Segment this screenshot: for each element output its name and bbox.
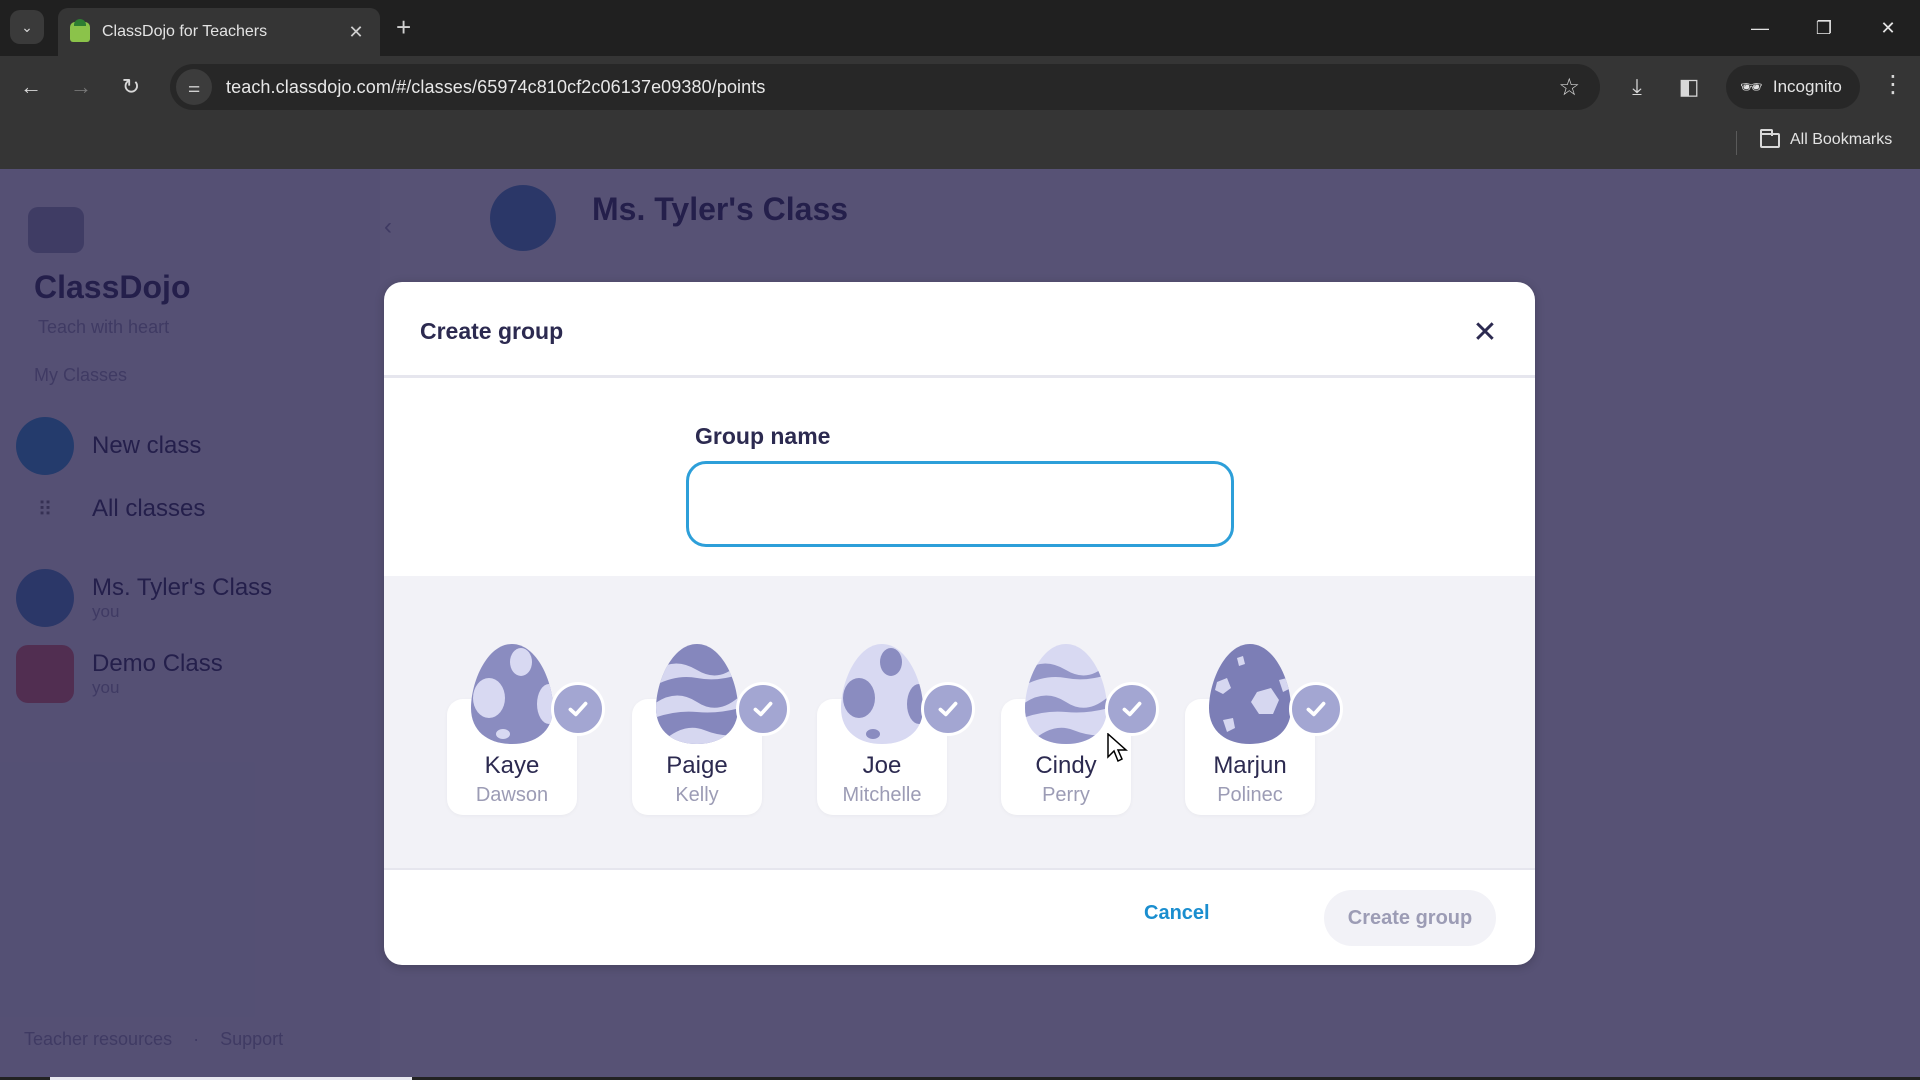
selected-check-icon[interactable] bbox=[551, 682, 605, 736]
bookmark-star-icon[interactable]: ☆ bbox=[1558, 73, 1580, 102]
tab-title: ClassDojo for Teachers bbox=[102, 23, 268, 40]
close-modal-button[interactable]: ✕ bbox=[1469, 315, 1501, 349]
side-panel-icon: ◧ bbox=[1678, 74, 1700, 99]
bookmarks-separator bbox=[1736, 131, 1737, 155]
tab-close-icon[interactable]: ✕ bbox=[344, 22, 368, 43]
student-egg-avatar-icon[interactable] bbox=[469, 642, 555, 746]
url-text[interactable]: teach.classdojo.com/#/classes/65974c810c… bbox=[226, 77, 1558, 98]
arrow-left-icon: ← bbox=[20, 74, 42, 99]
all-bookmarks-label: All Bookmarks bbox=[1790, 131, 1893, 148]
all-bookmarks-button[interactable]: All Bookmarks bbox=[1760, 128, 1893, 149]
minimize-icon: — bbox=[1751, 17, 1769, 38]
plus-icon: + bbox=[396, 12, 412, 42]
selected-check-icon[interactable] bbox=[921, 682, 975, 736]
back-button[interactable]: ← bbox=[14, 70, 48, 104]
incognito-label: Incognito bbox=[1772, 77, 1842, 96]
download-icon: ⤓ bbox=[1632, 74, 1642, 99]
student-egg-avatar-icon[interactable] bbox=[1207, 642, 1293, 746]
reload-button[interactable]: ↻ bbox=[114, 70, 148, 104]
student-last-name: Perry bbox=[1042, 784, 1090, 806]
site-info-button[interactable]: ⚌ bbox=[176, 69, 212, 105]
mouse-cursor-icon bbox=[1107, 733, 1128, 763]
restore-button[interactable]: ❐ bbox=[1792, 0, 1856, 56]
bookmarks-bar: All Bookmarks bbox=[0, 119, 1920, 169]
side-panel-button[interactable]: ◧ bbox=[1672, 70, 1706, 104]
tab-search-button[interactable]: ⌄ bbox=[10, 10, 44, 44]
student-last-name: Kelly bbox=[675, 784, 719, 806]
group-name-label: Group name bbox=[695, 423, 831, 449]
group-name-section: Group name bbox=[384, 378, 1535, 576]
incognito-profile-button[interactable]: 🕶 Incognito bbox=[1726, 65, 1860, 109]
downloads-button[interactable]: ⤓ bbox=[1620, 70, 1654, 104]
window-controls: — ❐ ✕ bbox=[1728, 0, 1920, 56]
student-egg-avatar-icon[interactable] bbox=[839, 642, 925, 746]
create-group-modal: Create group ✕ Group name Kaye Dawson Paig… bbox=[384, 282, 1535, 965]
restore-icon: ❐ bbox=[1815, 17, 1833, 38]
student-last-name: Polinec bbox=[1217, 784, 1283, 806]
address-bar[interactable]: ⚌ teach.classdojo.com/#/classes/65974c81… bbox=[170, 64, 1600, 110]
forward-button[interactable]: → bbox=[64, 70, 98, 104]
close-icon: ✕ bbox=[1880, 17, 1896, 38]
browser-tab-active[interactable]: ClassDojo for Teachers ✕ bbox=[58, 8, 380, 56]
incognito-icon: 🕶 bbox=[1740, 76, 1763, 97]
minimize-button[interactable]: — bbox=[1728, 0, 1792, 56]
window-close-button[interactable]: ✕ bbox=[1856, 0, 1920, 56]
student-selection-area: Kaye Dawson Paige Kelly Joe Mitchelle Cindy Per… bbox=[384, 576, 1535, 870]
student-first-name: Paige bbox=[666, 752, 728, 779]
modal-header: Create group ✕ bbox=[384, 282, 1535, 378]
modal-title: Create group bbox=[420, 318, 564, 344]
group-name-input[interactable] bbox=[686, 461, 1234, 547]
student-egg-avatar-icon[interactable] bbox=[1023, 642, 1109, 746]
close-icon: ✕ bbox=[1472, 315, 1498, 349]
browser-tabstrip: ⌄ ClassDojo for Teachers ✕ + — ❐ ✕ bbox=[0, 0, 1920, 56]
more-vert-icon: ⋮ bbox=[1881, 71, 1905, 98]
chevron-down-icon: ⌄ bbox=[21, 18, 33, 35]
classdojo-page: ClassDojo Teach with heart My Classes Ne… bbox=[0, 169, 1920, 1080]
folder-icon bbox=[1760, 128, 1780, 148]
tune-icon: ⚌ bbox=[187, 78, 201, 95]
student-first-name: Joe bbox=[862, 752, 902, 779]
browser-toolbar: ← → ↻ ⚌ teach.classdojo.com/#/classes/65… bbox=[0, 56, 1920, 119]
modal-footer: Cancel Create group bbox=[384, 870, 1535, 965]
browser-menu-button[interactable]: ⋮ bbox=[1878, 70, 1908, 99]
student-first-name: Marjun bbox=[1213, 752, 1287, 779]
reload-icon: ↻ bbox=[121, 74, 141, 99]
selected-check-icon[interactable] bbox=[1105, 682, 1159, 736]
selected-check-icon[interactable] bbox=[736, 682, 790, 736]
student-last-name: Dawson bbox=[475, 784, 549, 806]
student-last-name: Mitchelle bbox=[842, 784, 922, 806]
student-first-name: Kaye bbox=[484, 752, 540, 779]
new-tab-button[interactable]: + bbox=[396, 12, 411, 42]
classdojo-favicon-icon bbox=[70, 19, 90, 42]
selected-check-icon[interactable] bbox=[1289, 682, 1343, 736]
create-group-button[interactable]: Create group bbox=[1324, 890, 1496, 946]
arrow-right-icon: → bbox=[70, 74, 92, 99]
student-egg-avatar-icon[interactable] bbox=[654, 642, 740, 746]
cancel-button[interactable]: Cancel bbox=[1144, 902, 1210, 925]
